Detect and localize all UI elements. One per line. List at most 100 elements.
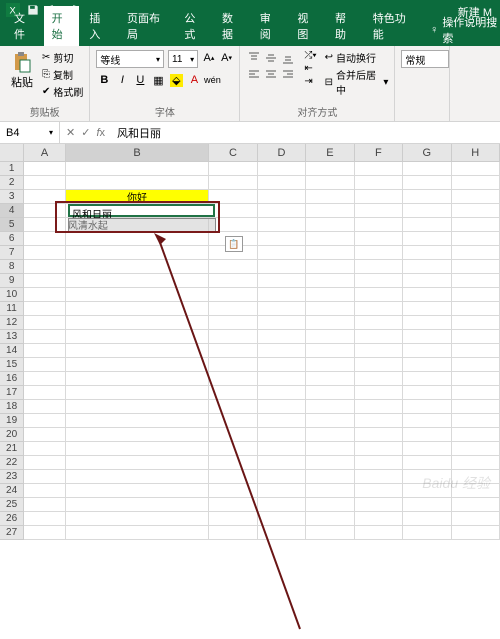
cell[interactable]	[258, 260, 306, 274]
font-size-combo[interactable]: 11▾	[168, 50, 198, 68]
cell[interactable]	[355, 386, 403, 400]
cell[interactable]	[452, 456, 500, 470]
cell[interactable]	[306, 470, 354, 484]
cell[interactable]	[355, 246, 403, 260]
cell[interactable]	[258, 414, 306, 428]
cell[interactable]	[66, 204, 209, 218]
cell[interactable]	[209, 442, 257, 456]
cell[interactable]	[66, 484, 209, 498]
cell[interactable]: 你好	[66, 190, 209, 204]
cell[interactable]	[403, 274, 451, 288]
cell[interactable]	[258, 344, 306, 358]
merge-center-button[interactable]: ⊟合并后居中▾	[325, 67, 389, 97]
cell[interactable]	[66, 344, 209, 358]
cell[interactable]	[24, 442, 66, 456]
cell[interactable]	[452, 162, 500, 176]
cell[interactable]	[355, 512, 403, 526]
cell[interactable]	[24, 526, 66, 540]
format-painter-button[interactable]: ✔格式刷	[42, 84, 83, 99]
cell[interactable]	[258, 190, 306, 204]
cell[interactable]	[306, 512, 354, 526]
cell[interactable]	[24, 414, 66, 428]
cell[interactable]	[403, 288, 451, 302]
cell[interactable]	[258, 232, 306, 246]
indent-increase-button[interactable]: ⇥	[304, 76, 316, 87]
cell[interactable]	[306, 204, 354, 218]
cell[interactable]	[452, 176, 500, 190]
cell[interactable]	[24, 512, 66, 526]
cell[interactable]	[355, 358, 403, 372]
cell[interactable]	[66, 372, 209, 386]
cell[interactable]	[355, 470, 403, 484]
cell[interactable]	[452, 442, 500, 456]
cell[interactable]	[452, 400, 500, 414]
cell[interactable]	[355, 162, 403, 176]
row-header[interactable]: 16	[0, 372, 24, 386]
cell[interactable]	[452, 274, 500, 288]
cell[interactable]	[355, 456, 403, 470]
align-middle-button[interactable]	[263, 50, 279, 66]
cell[interactable]	[66, 442, 209, 456]
tab-layout[interactable]: 页面布局	[119, 6, 174, 46]
cell[interactable]	[66, 512, 209, 526]
row-header[interactable]: 10	[0, 288, 24, 302]
cell[interactable]	[66, 232, 209, 246]
cell[interactable]	[306, 498, 354, 512]
cell[interactable]	[209, 204, 257, 218]
cell[interactable]	[355, 372, 403, 386]
cell[interactable]	[452, 288, 500, 302]
cell[interactable]	[209, 344, 257, 358]
cell[interactable]	[209, 428, 257, 442]
cell[interactable]	[24, 484, 66, 498]
cell[interactable]	[306, 316, 354, 330]
cell[interactable]	[209, 190, 257, 204]
row-header[interactable]: 6	[0, 232, 24, 246]
cell[interactable]	[452, 302, 500, 316]
cell[interactable]	[258, 442, 306, 456]
col-header-d[interactable]: D	[258, 144, 306, 162]
cell[interactable]	[355, 498, 403, 512]
cell[interactable]	[403, 204, 451, 218]
cell[interactable]	[258, 526, 306, 540]
cell[interactable]	[209, 260, 257, 274]
cell[interactable]	[66, 162, 209, 176]
cell[interactable]	[258, 386, 306, 400]
cell[interactable]	[355, 400, 403, 414]
cell[interactable]	[24, 316, 66, 330]
cell[interactable]	[209, 400, 257, 414]
row-header[interactable]: 27	[0, 526, 24, 540]
tab-view[interactable]: 视图	[289, 6, 325, 46]
cell[interactable]	[66, 302, 209, 316]
cell[interactable]	[452, 316, 500, 330]
cell[interactable]	[24, 274, 66, 288]
cell[interactable]	[209, 274, 257, 288]
col-header-h[interactable]: H	[452, 144, 500, 162]
cell[interactable]	[24, 372, 66, 386]
cut-button[interactable]: ✂剪切	[42, 50, 83, 65]
col-header-e[interactable]: E	[306, 144, 354, 162]
row-header[interactable]: 18	[0, 400, 24, 414]
cell[interactable]	[452, 512, 500, 526]
cell[interactable]	[209, 470, 257, 484]
border-button[interactable]: ▦	[150, 72, 166, 88]
enter-icon[interactable]: ✓	[81, 126, 90, 139]
cell[interactable]	[306, 218, 354, 232]
cell[interactable]	[24, 330, 66, 344]
align-bottom-button[interactable]	[280, 50, 296, 66]
cell[interactable]	[24, 190, 66, 204]
cell[interactable]	[66, 358, 209, 372]
cell[interactable]	[403, 246, 451, 260]
cell[interactable]	[258, 176, 306, 190]
row-header[interactable]: 4	[0, 204, 24, 218]
number-format-combo[interactable]: 常规	[401, 50, 449, 68]
row-header[interactable]: 2	[0, 176, 24, 190]
copy-button[interactable]: ⎘复制	[42, 67, 83, 82]
cell[interactable]	[24, 288, 66, 302]
cell[interactable]	[403, 344, 451, 358]
cell[interactable]	[403, 498, 451, 512]
cell[interactable]	[258, 484, 306, 498]
cell[interactable]	[66, 260, 209, 274]
cell[interactable]	[24, 456, 66, 470]
cancel-icon[interactable]: ✕	[66, 126, 75, 139]
tab-home[interactable]: 开始	[44, 6, 80, 46]
